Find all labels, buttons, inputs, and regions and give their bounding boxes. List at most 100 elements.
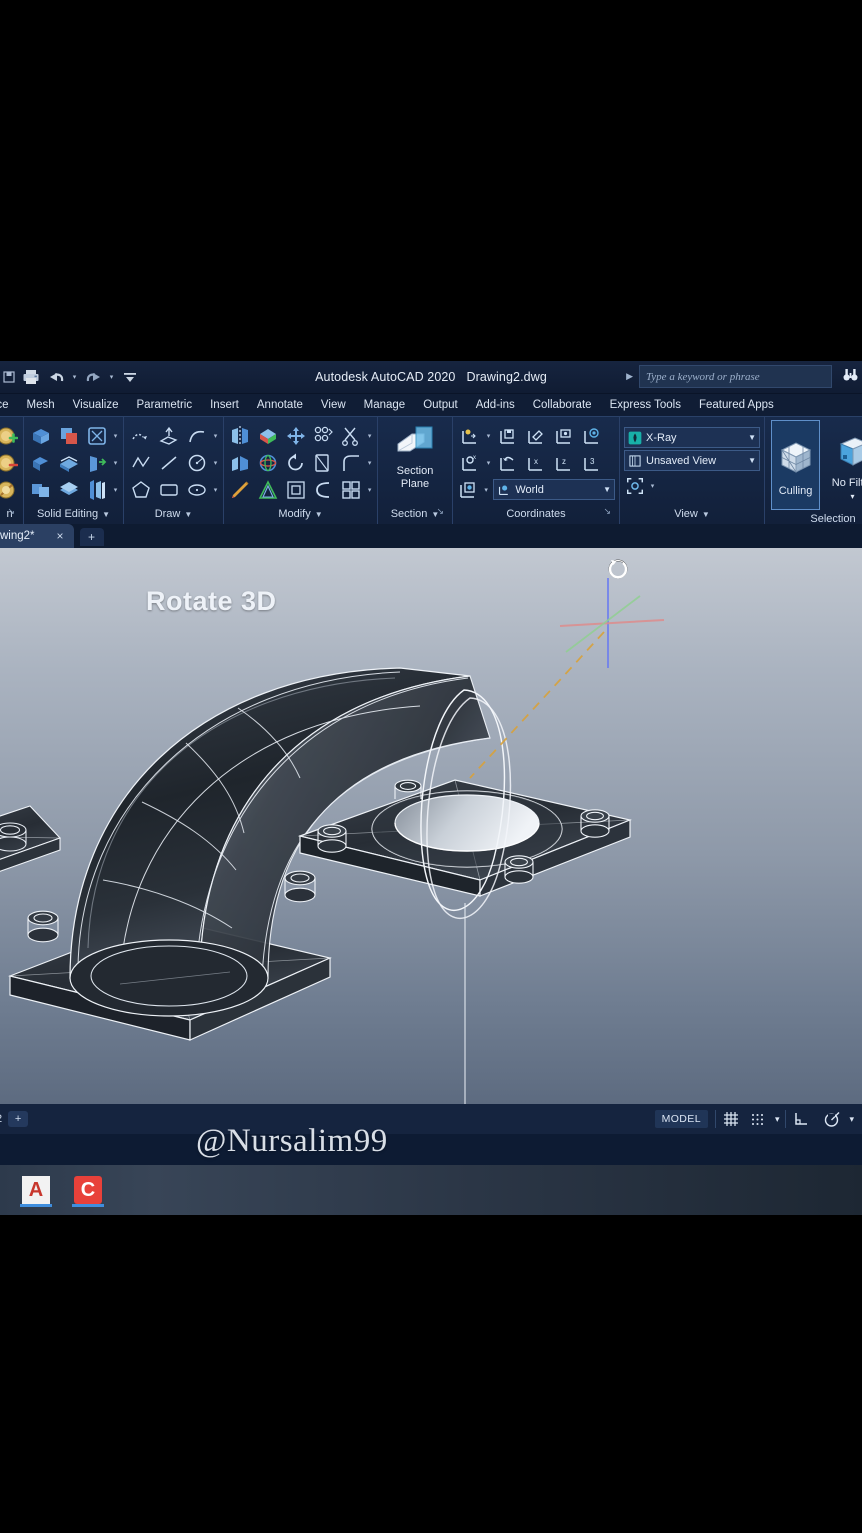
3d-align-icon[interactable] — [256, 423, 281, 448]
offset-icon[interactable] — [283, 477, 308, 502]
offset-edge-icon[interactable] — [28, 450, 53, 475]
polar-settings-caret[interactable]: ▾ — [847, 1104, 862, 1134]
arc-dropdown-caret[interactable]: ▾ — [212, 432, 219, 440]
ucs-combo-caret[interactable]: ▼ — [603, 485, 611, 494]
shell-icon[interactable] — [84, 423, 109, 448]
ribbon-tab-output[interactable]: Output — [414, 399, 467, 411]
fillet-dropdown-caret[interactable]: ▾ — [366, 459, 373, 467]
subtract-icon[interactable] — [0, 450, 19, 475]
ucs-origin-icon[interactable]: x — [457, 450, 482, 475]
ucs-icon[interactable] — [457, 423, 482, 448]
ucs-previous-icon[interactable] — [495, 450, 520, 475]
check-solid-icon[interactable] — [84, 477, 109, 502]
ucs-world-dropdown-caret[interactable]: ▾ — [483, 486, 489, 494]
modify-panel-caret[interactable]: ▼ — [315, 505, 323, 524]
polygon-icon[interactable] — [128, 477, 153, 502]
line-icon[interactable] — [156, 450, 181, 475]
copy-faces-icon[interactable] — [56, 423, 81, 448]
ucs-3-point-icon[interactable]: 3 — [579, 450, 604, 475]
ortho-mode-toggle[interactable] — [786, 1104, 816, 1134]
extrude-icon[interactable] — [156, 423, 181, 448]
ucs-x-axis-icon[interactable]: x — [523, 450, 548, 475]
ucs-origin-dropdown-caret[interactable]: ▾ — [485, 459, 492, 467]
circle-icon[interactable] — [184, 450, 209, 475]
section-plane-button[interactable]: Section Plane — [382, 420, 448, 491]
ellipse-dropdown-caret[interactable]: ▾ — [212, 486, 219, 494]
redo-dropdown-caret[interactable]: ▾ — [108, 373, 115, 381]
check-solid-dropdown-caret[interactable]: ▾ — [112, 486, 119, 494]
section-panel-expand-arrow[interactable]: ↘ — [436, 502, 444, 521]
drawing-viewport[interactable]: Rotate 3D Specify second point on axis: … — [0, 548, 862, 1104]
ribbon-tab-featured-apps[interactable]: Featured Apps — [690, 399, 783, 411]
imprint-icon[interactable] — [28, 477, 53, 502]
solid-editing-panel-caret[interactable]: ▼ — [102, 505, 110, 524]
snap-settings-caret[interactable]: ▾ — [769, 1104, 786, 1134]
taper-faces-icon[interactable] — [84, 450, 109, 475]
rotate-icon[interactable] — [283, 450, 308, 475]
circle-dropdown-caret[interactable]: ▾ — [212, 459, 219, 467]
3d-move-icon[interactable] — [283, 423, 308, 448]
close-icon[interactable]: × — [57, 529, 64, 543]
new-drawing-tab-button[interactable]: + — [79, 528, 104, 546]
ucs-named-icon[interactable] — [495, 423, 520, 448]
layout-tab-label[interactable]: 2 — [0, 1113, 2, 1125]
extrude-faces-icon[interactable] — [28, 423, 53, 448]
view-panel-caret[interactable]: ▼ — [702, 505, 710, 524]
zoom-extents-icon[interactable] — [624, 473, 646, 498]
ribbon-tab-visualize[interactable]: Visualize — [64, 399, 128, 411]
visual-style-combo[interactable]: X-Ray ▼ — [624, 427, 760, 448]
autocad-taskbar-icon[interactable]: A — [14, 1173, 58, 1207]
ribbon-tab-express-tools[interactable]: Express Tools — [601, 399, 690, 411]
add-layout-button[interactable]: + — [8, 1111, 29, 1127]
3d-array-icon[interactable] — [311, 423, 336, 448]
boolean-panel-expand-arrow[interactable]: ↘ — [7, 502, 15, 521]
fillet-edge-icon[interactable] — [339, 450, 364, 475]
array-grid-icon[interactable] — [339, 477, 364, 502]
named-view-combo[interactable]: Unsaved View ▼ — [624, 450, 760, 471]
search-input[interactable]: Type a keyword or phrase — [639, 365, 832, 388]
edit-solid-pencil-icon[interactable] — [228, 477, 253, 502]
trim-icon[interactable] — [339, 423, 364, 448]
customize-qat-icon[interactable] — [120, 367, 140, 387]
ucs-view-icon[interactable] — [579, 423, 604, 448]
ribbon-tab-addins[interactable]: Add-ins — [467, 399, 524, 411]
ucs-z-axis-icon[interactable]: z — [551, 450, 576, 475]
ucs-face-icon[interactable] — [523, 423, 548, 448]
redo-icon[interactable] — [83, 367, 103, 387]
taper-icon[interactable] — [256, 477, 281, 502]
section-by-plane-icon[interactable] — [311, 450, 336, 475]
ribbon-tab-manage[interactable]: Manage — [355, 399, 415, 411]
trim-dropdown-caret[interactable]: ▾ — [366, 432, 373, 440]
thicken-icon[interactable] — [311, 477, 336, 502]
ribbon-tab-insert[interactable]: Insert — [201, 399, 248, 411]
ribbon-tab-collaborate[interactable]: Collaborate — [524, 399, 601, 411]
union-icon[interactable] — [0, 423, 19, 448]
undo-icon[interactable] — [46, 367, 66, 387]
ellipse-icon[interactable] — [184, 477, 209, 502]
zoom-dropdown-caret[interactable]: ▾ — [649, 482, 656, 490]
grid-display-toggle[interactable] — [716, 1104, 746, 1134]
slice-icon[interactable] — [56, 450, 81, 475]
named-view-caret[interactable]: ▼ — [748, 456, 756, 465]
ribbon-tab-mesh[interactable]: Mesh — [18, 399, 64, 411]
taper-dropdown-caret[interactable]: ▾ — [112, 459, 119, 467]
3d-rotate-icon[interactable] — [256, 450, 281, 475]
document-tab-drawing2[interactable]: wing2* × — [0, 524, 74, 548]
camtasia-taskbar-icon[interactable]: C — [66, 1173, 110, 1207]
ucs-dropdown-caret[interactable]: ▾ — [485, 432, 492, 440]
model-space-button[interactable]: MODEL — [648, 1104, 715, 1134]
polar-tracking-toggle[interactable] — [816, 1104, 847, 1134]
snap-mode-toggle[interactable] — [746, 1104, 769, 1134]
undo-dropdown-caret[interactable]: ▾ — [71, 373, 78, 381]
search-binoculars-icon[interactable] — [843, 368, 858, 385]
array-dropdown-caret[interactable]: ▾ — [366, 486, 373, 494]
3d-mirror-icon[interactable] — [228, 423, 253, 448]
no-filter-caret[interactable]: ▾ — [851, 490, 855, 503]
rectangle-icon[interactable] — [156, 477, 181, 502]
ribbon-tab-view[interactable]: View — [312, 399, 355, 411]
ribbon-tab-parametric[interactable]: Parametric — [128, 399, 202, 411]
visual-style-caret[interactable]: ▼ — [748, 433, 756, 442]
search-expand-caret[interactable]: ▶ — [626, 371, 633, 382]
save-icon[interactable] — [2, 367, 16, 387]
helix-icon[interactable] — [128, 423, 153, 448]
